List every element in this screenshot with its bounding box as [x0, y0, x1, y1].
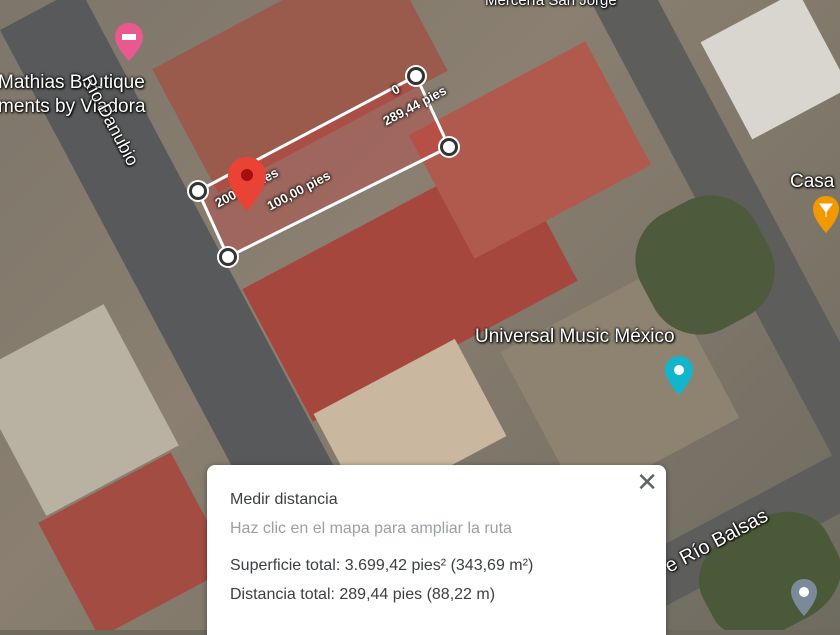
measure-node[interactable]	[219, 248, 237, 266]
hotel-icon[interactable]	[114, 22, 144, 62]
total-distance: Distancia total: 289,44 pies (88,22 m)	[230, 586, 496, 603]
bar-icon[interactable]	[812, 195, 840, 235]
measure-node[interactable]	[189, 182, 207, 200]
close-icon[interactable]: ✕	[636, 469, 658, 495]
music-venue-icon[interactable]	[664, 355, 694, 397]
panel-hint: Haz clic en el mapa para ampliar la ruta	[230, 520, 512, 537]
poi-label-merceria[interactable]: Mercería San Jorge	[485, 0, 617, 9]
poi-label-casa[interactable]: Casa	[790, 171, 834, 193]
poi-label-mathias[interactable]: Mathias Boutique	[0, 72, 145, 94]
measure-node[interactable]	[407, 67, 425, 85]
location-icon[interactable]	[790, 578, 818, 618]
map-pin-icon[interactable]	[225, 155, 269, 213]
panel-title: Medir distancia	[230, 491, 338, 508]
poi-label-viadora[interactable]: ments by Viadora	[0, 96, 146, 118]
total-area: Superficie total: 3.699,42 pies² (343,69…	[230, 557, 534, 574]
measure-distance-panel: ✕ Medir distancia Haz clic en el mapa pa…	[207, 465, 666, 635]
measure-node[interactable]	[440, 138, 458, 156]
poi-label-universal-music[interactable]: Universal Music México	[475, 326, 675, 348]
